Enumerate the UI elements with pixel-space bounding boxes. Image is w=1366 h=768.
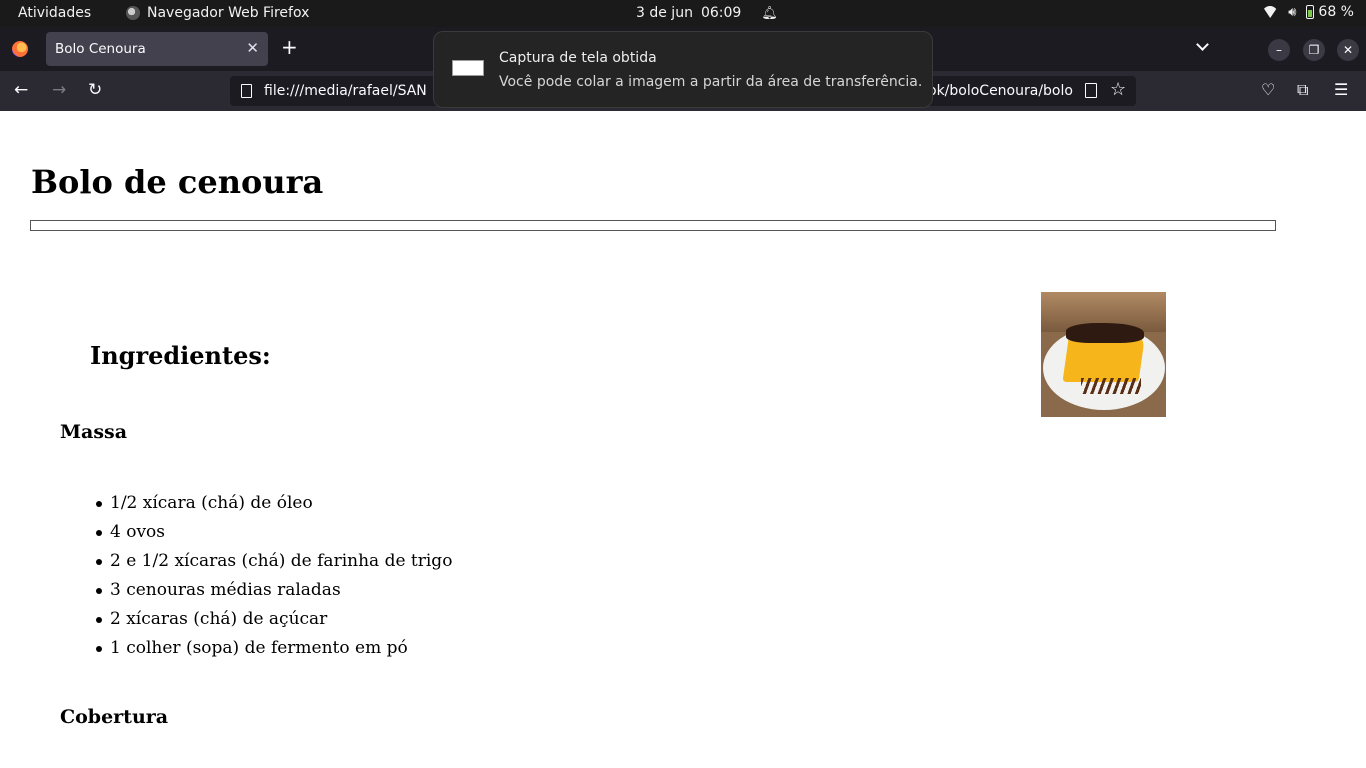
clock-date: 3 de jun	[636, 5, 693, 21]
url-text-end: ok/boloCenoura/bolo	[928, 83, 1073, 99]
list-item: 3 cenouras médias raladas	[95, 578, 452, 607]
battery-icon	[1306, 5, 1315, 19]
url-text-start: file:///media/rafael/SAN	[264, 83, 427, 99]
close-tab-icon[interactable]: ✕	[246, 39, 259, 57]
cobertura-heading: Cobertura	[60, 706, 169, 728]
menu-icon[interactable]: ☰	[1334, 80, 1348, 99]
screenshot-thumbnail	[452, 60, 484, 76]
horizontal-rule	[30, 220, 1276, 231]
clock[interactable]: 3 de jun 06:09 🔔︎	[636, 5, 778, 21]
app-menu-label: Navegador Web Firefox	[147, 5, 310, 21]
notification-body: Você pode colar a imagem a partir da áre…	[499, 74, 923, 90]
clock-time: 06:09	[700, 5, 742, 21]
list-item: 1/2 xícara (chá) de óleo	[95, 491, 452, 520]
page-title: Bolo de cenoura	[31, 163, 324, 201]
pocket-icon[interactable]: ♡	[1261, 80, 1275, 99]
notification-bell-icon: 🔔︎	[761, 5, 778, 21]
ingredients-heading: Ingredientes:	[90, 341, 271, 370]
list-all-tabs-button[interactable]	[1196, 38, 1212, 54]
minimize-button[interactable]: –	[1268, 39, 1290, 61]
massa-heading: Massa	[60, 421, 128, 443]
wifi-icon	[1262, 6, 1278, 18]
firefox-logo-icon	[12, 41, 28, 57]
new-tab-button[interactable]: +	[281, 37, 298, 57]
massa-ingredients-list: 1/2 xícara (chá) de óleo 4 ovos 2 e 1/2 …	[95, 491, 452, 665]
back-button[interactable]: ←	[14, 80, 28, 100]
tab-bolo-cenoura[interactable]: Bolo Cenoura ✕	[46, 32, 268, 66]
maximize-button[interactable]: ❐	[1303, 39, 1325, 61]
gnome-top-bar: Atividades Navegador Web Firefox 3 de ju…	[0, 0, 1366, 27]
page-content: Bolo de cenoura Ingredientes: Massa 1/2 …	[0, 111, 1366, 768]
page-icon	[241, 84, 252, 98]
reader-view-icon[interactable]	[1085, 83, 1097, 98]
forward-button[interactable]: →	[52, 80, 66, 100]
firefox-app-icon	[126, 6, 140, 20]
list-item: 1 colher (sopa) de fermento em pó	[95, 636, 452, 665]
volume-icon: 🔊︎	[1288, 4, 1297, 20]
list-item: 2 xícaras (chá) de açúcar	[95, 607, 452, 636]
chevron-down-icon	[1196, 38, 1209, 51]
activities-button[interactable]: Atividades	[18, 5, 91, 21]
battery-percentage: 68 %	[1318, 4, 1354, 20]
reload-button[interactable]: ↻	[88, 80, 102, 100]
carrot-cake-image	[1041, 292, 1166, 417]
screenshot-notification[interactable]: Captura de tela obtida Você pode colar a…	[433, 31, 933, 108]
list-item: 2 e 1/2 xícaras (chá) de farinha de trig…	[95, 549, 452, 578]
system-menu[interactable]: 🔊︎ 68 %	[1262, 4, 1354, 20]
tab-title: Bolo Cenoura	[55, 41, 146, 57]
extensions-icon[interactable]: ⧉	[1297, 80, 1308, 100]
list-item: 4 ovos	[95, 520, 452, 549]
close-window-button[interactable]: ✕	[1337, 39, 1359, 61]
bookmark-star-icon[interactable]: ☆	[1110, 79, 1126, 100]
app-menu[interactable]: Navegador Web Firefox	[126, 5, 309, 21]
notification-title: Captura de tela obtida	[499, 50, 657, 66]
